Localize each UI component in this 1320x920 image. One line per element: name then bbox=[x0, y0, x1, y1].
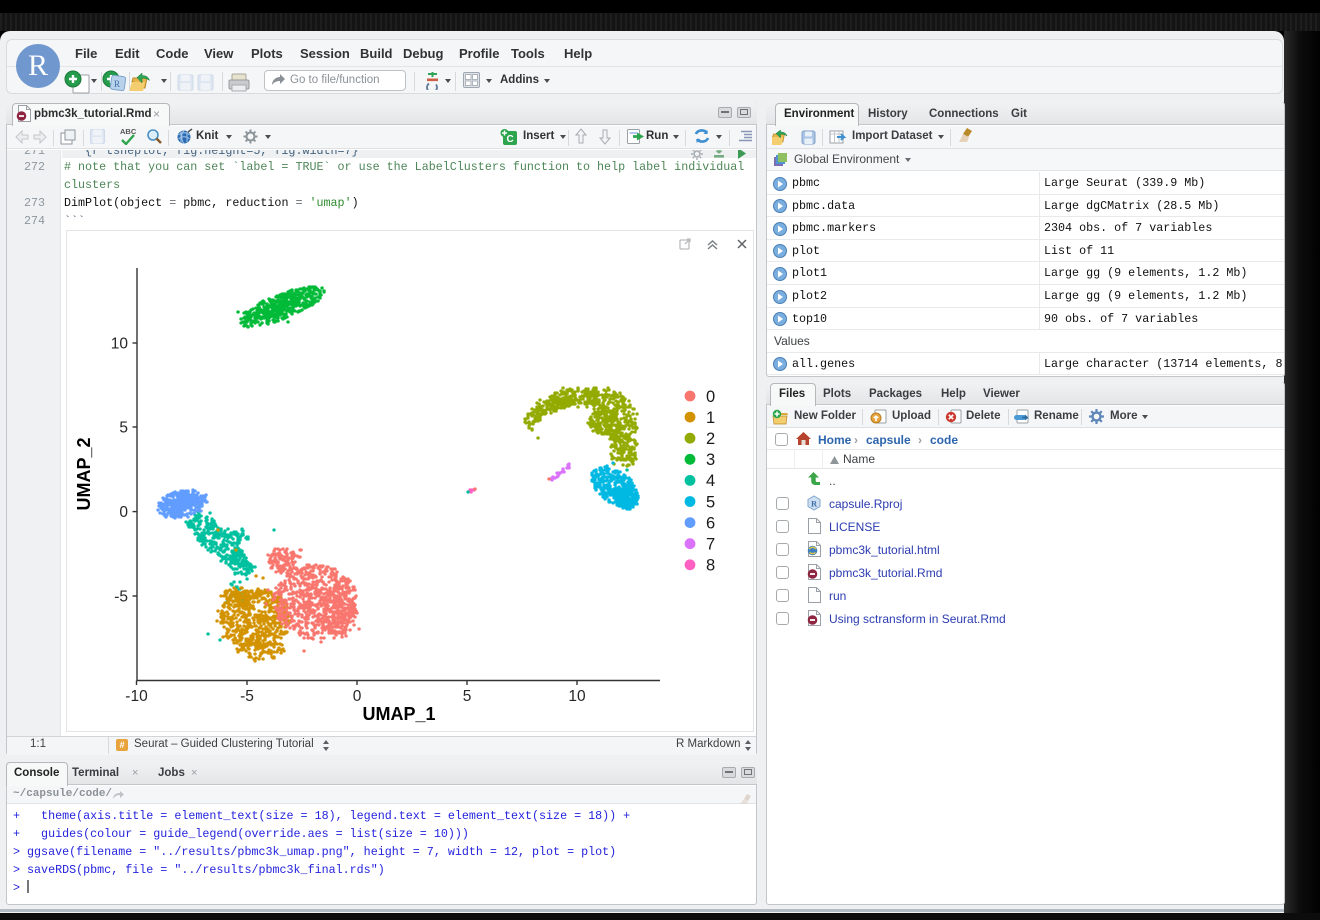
svg-text:0: 0 bbox=[706, 388, 715, 406]
svg-text:5: 5 bbox=[119, 420, 128, 437]
svg-text:5: 5 bbox=[706, 493, 715, 511]
svg-text:0: 0 bbox=[119, 504, 128, 521]
svg-text:3: 3 bbox=[706, 451, 715, 469]
svg-text:-5: -5 bbox=[240, 688, 254, 705]
svg-text:-10: -10 bbox=[125, 688, 148, 705]
svg-text:4: 4 bbox=[706, 472, 715, 490]
svg-text:10: 10 bbox=[568, 688, 586, 705]
svg-text:C: C bbox=[507, 134, 514, 145]
svg-text:R: R bbox=[811, 499, 818, 509]
svg-text:6: 6 bbox=[706, 514, 715, 532]
svg-text:R: R bbox=[114, 79, 120, 89]
svg-text:7: 7 bbox=[706, 536, 715, 554]
svg-text:10: 10 bbox=[111, 336, 129, 353]
svg-text:1: 1 bbox=[706, 409, 715, 427]
svg-text:8: 8 bbox=[706, 557, 715, 575]
svg-text:5: 5 bbox=[463, 688, 472, 705]
svg-text:2: 2 bbox=[706, 430, 715, 448]
svg-text:UMAP_2: UMAP_2 bbox=[74, 437, 94, 510]
svg-text:UMAP_1: UMAP_1 bbox=[362, 704, 435, 724]
svg-text:0: 0 bbox=[353, 688, 362, 705]
svg-text:-5: -5 bbox=[114, 589, 128, 606]
